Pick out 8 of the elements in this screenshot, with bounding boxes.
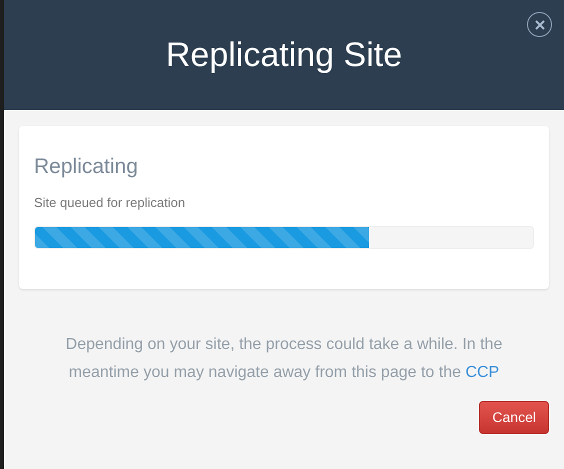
status-message: Site queued for replication — [34, 194, 186, 212]
info-text: Depending on your site, the process could take a while. In the meantime you may navigate away from this page to the CCP — [64, 335, 504, 383]
ccp-link[interactable]: CCP — [465, 364, 500, 381]
close-icon — [534, 20, 544, 30]
status-heading: Replicating — [34, 154, 139, 180]
dialog-title: Replicating Site — [166, 34, 402, 76]
close-button[interactable] — [527, 12, 552, 37]
cancel-button[interactable]: Cancel — [479, 401, 549, 434]
